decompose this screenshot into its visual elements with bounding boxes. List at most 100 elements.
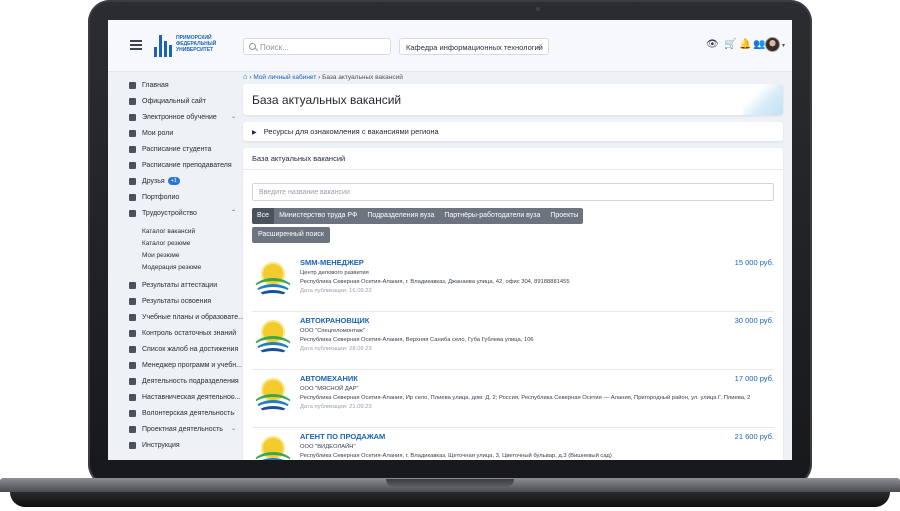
department-select[interactable]: Кафедра информационных технологий ⌄ <box>399 38 549 55</box>
sidebar-item-attestation[interactable]: Результаты аттестации <box>129 278 217 292</box>
resources-label: Ресурсы для ознакомления с вакансиями ре… <box>263 127 439 136</box>
tab-divisions[interactable]: Подразделения вуза <box>362 208 439 224</box>
avatar[interactable] <box>765 37 780 52</box>
menu-icon[interactable] <box>130 40 142 50</box>
search-placeholder: Поиск... <box>260 43 289 52</box>
sidebar-item-complaints[interactable]: Список жалоб на достижения <box>129 342 238 356</box>
sidebar-sub-resumes[interactable]: Каталог резюме <box>142 240 190 247</box>
eye-icon[interactable]: 👁 <box>706 40 719 50</box>
main-content: ⌂ › Мой личный кабинет › База актуальных… <box>243 72 783 460</box>
job-org: ООО "ВИДЕОЛАЙН" <box>300 444 356 450</box>
cart-icon[interactable]: 🛒 <box>724 40 736 50</box>
employer-logo <box>255 260 291 298</box>
tab-projects[interactable]: Проекты <box>545 208 583 224</box>
job-date: Дата публикации: 16.09.22 <box>300 288 372 294</box>
sidebar-item-home[interactable]: Главная <box>129 78 169 92</box>
info-icon <box>129 441 136 449</box>
top-bar: ПРИМОРСКИЙ ФЕДЕРАЛЬНЫЙ УНИВЕРСИТЕТ Поиск… <box>108 20 792 72</box>
sidebar-item-friends[interactable]: Друзья +1 <box>129 174 180 188</box>
chevron-down-icon: ⌄ <box>536 43 542 50</box>
home-icon[interactable]: ⌂ <box>243 72 248 81</box>
job-address: Республика Северная Осетия-Алания, Ир се… <box>300 395 751 401</box>
job-item[interactable]: АГЕНТ ПО ПРОДАЖАМ 21 600 руб. ООО "ВИДЕО… <box>252 427 774 460</box>
sidebar-item-mentoring[interactable]: Наставническая деятельнос... <box>129 390 240 404</box>
sidebar-item-mastery[interactable]: Результаты освоения <box>129 294 211 308</box>
chevron-down-icon[interactable]: ⌄ <box>231 425 236 432</box>
sidebar-item-curricula[interactable]: Учебные планы и образовате... <box>129 310 244 324</box>
resources-toggle[interactable]: ▶ Ресурсы для ознакомления с вакансиями … <box>243 122 783 141</box>
laptop-frame: ПРИМОРСКИЙ ФЕДЕРАЛЬНЫЙ УНИВЕРСИТЕТ Поиск… <box>0 0 900 511</box>
screen: ПРИМОРСКИЙ ФЕДЕРАЛЬНЫЙ УНИВЕРСИТЕТ Поиск… <box>108 20 792 460</box>
sidebar-item-projects[interactable]: Проектная деятельность <box>129 422 223 436</box>
job-salary: 21 600 руб. <box>734 432 774 441</box>
sidebar-item-department-activity[interactable]: Деятельность подразделения <box>129 374 239 388</box>
breadcrumb: ⌂ › Мой личный кабинет › База актуальных… <box>243 72 403 81</box>
sidebar-item-teacher-schedule[interactable]: Расписание преподавателя <box>129 158 232 172</box>
employer-logo <box>255 376 291 414</box>
job-item[interactable]: АВТОМЕХАНИК 17 000 руб. ООО "МЯСНОЙ ДАР"… <box>252 369 774 432</box>
job-salary: 15 000 руб. <box>734 258 774 267</box>
sidebar-item-employment[interactable]: Трудоустройство <box>129 206 197 220</box>
sidebar-sub-vacancies[interactable]: Каталог вакансий <box>142 228 195 235</box>
sidebar-item-knowledge-control[interactable]: Контроль остаточных знаний <box>129 326 236 340</box>
sidebar-item-elearning[interactable]: Электронное обучение <box>129 110 217 124</box>
logo-text: ПРИМОРСКИЙ ФЕДЕРАЛЬНЫЙ УНИВЕРСИТЕТ <box>176 35 217 53</box>
sidebar-item-volunteering[interactable]: Волонтерская деятельность <box>129 406 234 420</box>
sidebar-item-official-site[interactable]: Официальный сайт <box>129 94 206 108</box>
chevron-up-icon[interactable]: ⌃ <box>231 209 236 216</box>
project-icon <box>129 425 136 433</box>
section-title: База актуальных вакансий <box>252 154 346 163</box>
chevron-down-icon[interactable]: ⌄ <box>231 377 236 384</box>
tab-partners[interactable]: Партнёры-работодатели вуза <box>439 208 545 224</box>
sidebar-sub-moderation[interactable]: Модерация резюме <box>142 264 201 271</box>
search-icon <box>249 43 256 50</box>
job-title[interactable]: АВТОКРАНОВЩИК <box>300 316 369 325</box>
job-item[interactable]: SMM-МЕНЕДЖЕР 15 000 руб. Центр делового … <box>252 258 774 316</box>
portfolio-icon <box>129 193 136 201</box>
sidebar-item-instructions[interactable]: Инструкция <box>129 438 180 452</box>
job-salary: 30 000 руб. <box>734 316 774 325</box>
briefcase-icon <box>129 209 136 217</box>
friends-badge: +1 <box>167 177 180 185</box>
sidebar-item-roles[interactable]: Мои роли <box>129 126 173 140</box>
advanced-search-button[interactable]: Расширенный поиск <box>252 227 330 243</box>
users-icon[interactable]: 👥 <box>753 40 765 50</box>
filter-tabs: Все Министерство труда РФ Подразделения … <box>252 208 584 224</box>
sidebar-item-student-schedule[interactable]: Расписание студента <box>129 142 211 156</box>
job-item[interactable]: АВТОКРАНОВЩИК 30 000 руб. ООО "Спецгелом… <box>252 311 774 374</box>
chevron-down-icon[interactable]: ⌄ <box>231 409 236 416</box>
sidebar-sub-my-resumes[interactable]: Мои резюме <box>142 252 180 259</box>
breadcrumb-current: База актуальных вакансий <box>322 74 403 81</box>
job-org: Центр делового развития <box>300 270 369 276</box>
title-card: База актуальных вакансий <box>243 84 783 115</box>
bell-icon[interactable]: 🔔 <box>739 40 751 50</box>
vacancy-search-input[interactable]: Введите название вакансии <box>252 183 774 201</box>
title-decoration <box>743 84 783 115</box>
laptop-base <box>0 478 900 511</box>
job-title[interactable]: АГЕНТ ПО ПРОДАЖАМ <box>300 432 385 441</box>
manager-icon <box>129 361 136 369</box>
job-address: Республика Северная Осетия-Алания, г. Вл… <box>300 453 612 459</box>
tab-ministry[interactable]: Министерство труда РФ <box>274 208 362 224</box>
user-icon <box>129 129 136 137</box>
chevron-down-icon[interactable]: ▾ <box>782 42 785 49</box>
chevron-down-icon[interactable]: ⌄ <box>231 393 236 400</box>
department-value: Кафедра информационных технологий <box>406 43 543 52</box>
calendar-icon <box>129 145 136 153</box>
job-date: Дата публикации: 21.09.23 <box>300 404 372 410</box>
mentor-icon <box>129 393 136 401</box>
sidebar-item-portfolio[interactable]: Портфолио <box>129 190 179 204</box>
heart-icon <box>129 409 136 417</box>
vacancies-card: База актуальных вакансий Введите названи… <box>243 148 783 460</box>
job-title[interactable]: SMM-МЕНЕДЖЕР <box>300 258 364 267</box>
sidebar-item-program-manager[interactable]: Менеджер программ и учебн... <box>129 358 242 372</box>
chevron-down-icon[interactable]: ⌄ <box>231 113 236 120</box>
search-input[interactable]: Поиск... <box>243 38 391 55</box>
breadcrumb-link[interactable]: Мой личный кабинет <box>253 74 316 81</box>
job-org: ООО "Спецгеломонтаж" <box>300 328 365 334</box>
sidebar: Главная Официальный сайт Электронное обу… <box>108 72 244 460</box>
graduation-icon <box>129 113 136 121</box>
university-logo[interactable] <box>154 35 172 57</box>
job-title[interactable]: АВТОМЕХАНИК <box>300 374 358 383</box>
tab-all[interactable]: Все <box>252 208 275 224</box>
